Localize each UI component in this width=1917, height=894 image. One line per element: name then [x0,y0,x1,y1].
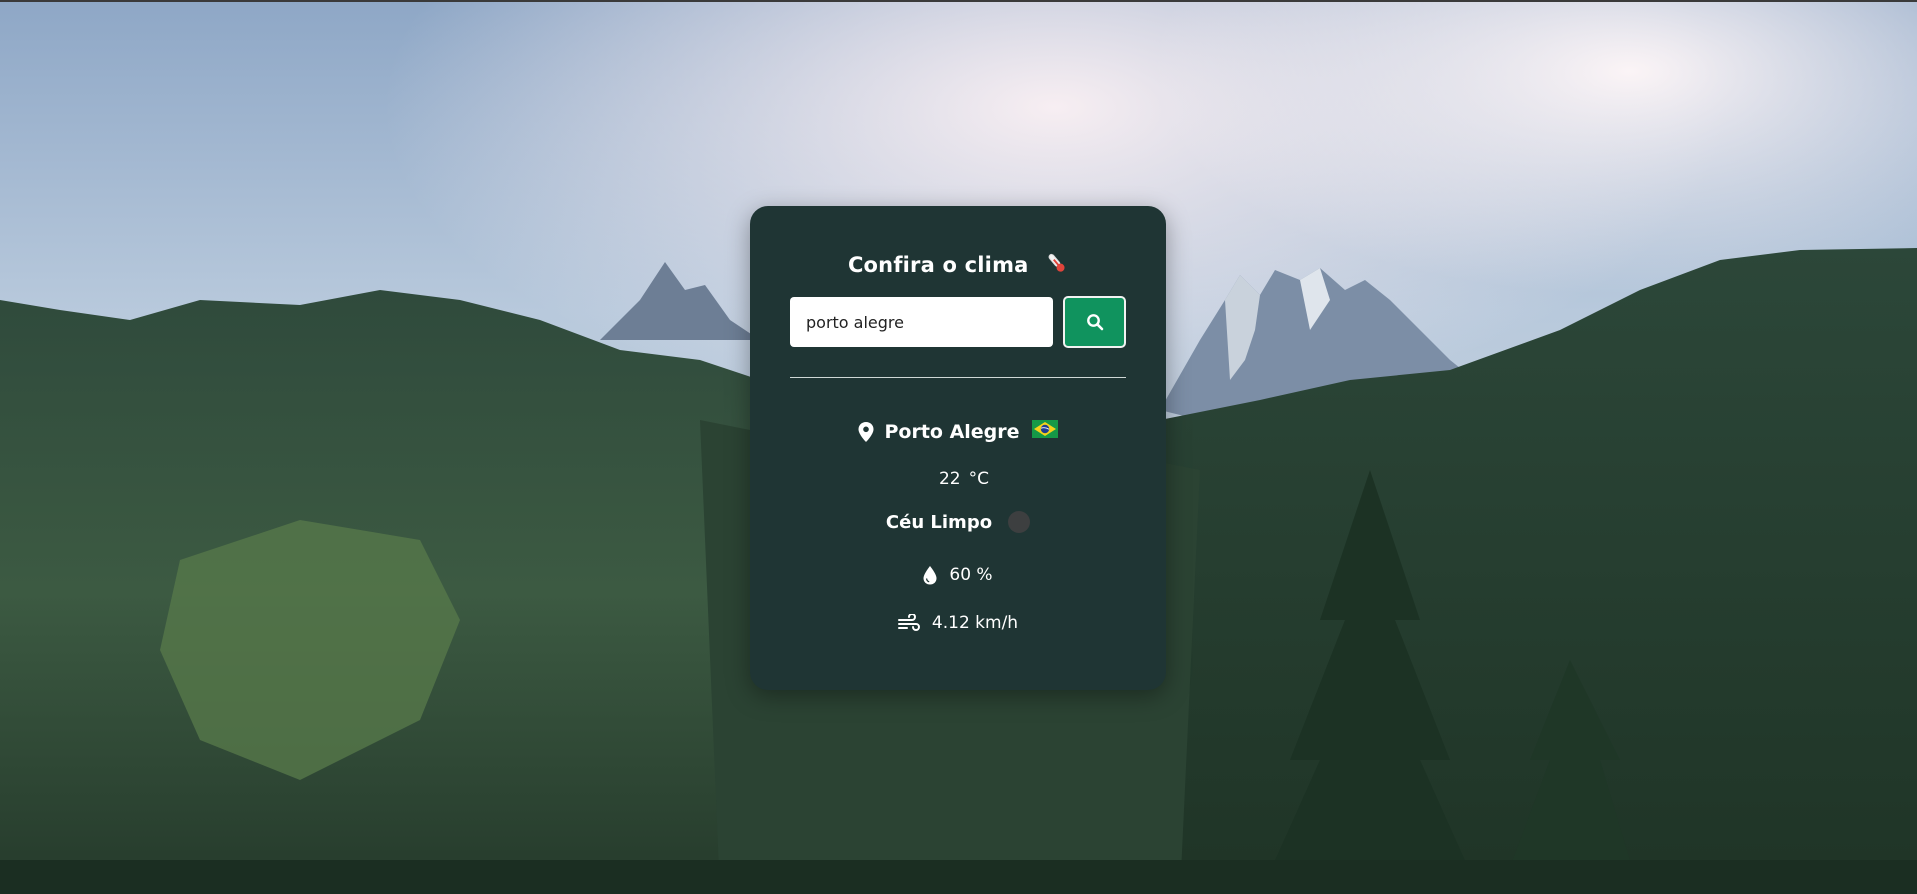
temperature-row: 22 °C [750,469,1166,489]
card-title: Confira o clima [750,251,1166,280]
temperature-unit: °C [968,469,989,489]
droplet-icon [923,565,937,584]
location-row: Porto Alegre [750,420,1166,443]
wind-icon [897,614,920,631]
weather-description-row: Céu Limpo [750,511,1166,533]
thermometer-icon [1044,251,1068,280]
wind-row: 4.12 km/h [750,613,1166,633]
humidity-value: 60 % [949,565,993,585]
city-name: Porto Alegre [884,420,1020,443]
humidity-row: 60 % [750,565,1166,585]
brazil-flag-icon [1031,420,1058,443]
city-search-input[interactable] [790,297,1053,347]
wind-speed-value: 4.12 km/h [931,613,1019,633]
search-button[interactable] [1063,296,1126,348]
temperature-value: 22 [938,469,961,489]
weather-description: Céu Limpo [885,511,993,533]
divider [790,377,1126,378]
map-pin-icon [858,421,874,442]
window-top-border [0,0,1917,2]
card-title-text: Confira o clima [847,253,1029,277]
search-icon [1086,314,1103,331]
weather-card: Confira o clima Porto Alegre [750,206,1166,690]
weather-condition-icon [1008,511,1031,533]
